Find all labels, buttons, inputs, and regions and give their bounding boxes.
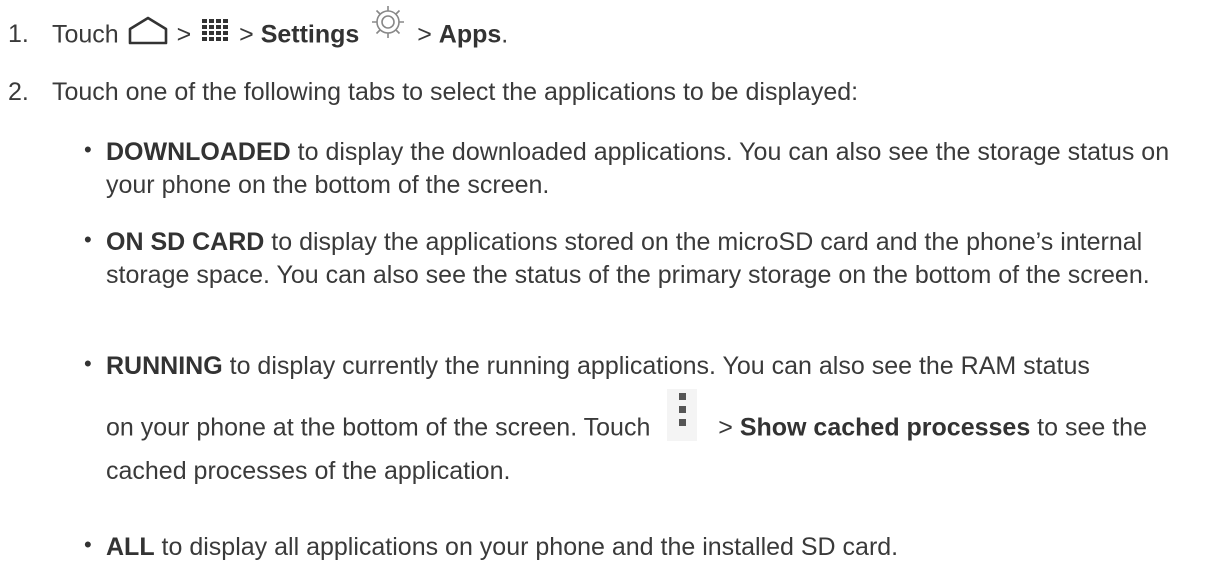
menu-overflow-icon: [667, 388, 698, 441]
tab-name: DOWNLOADED: [106, 138, 291, 166]
separator: >: [239, 20, 254, 49]
list-item-running: • RUNNING to display currently the runni…: [84, 350, 1216, 488]
touch-word: Touch: [52, 20, 119, 49]
home-icon: [128, 15, 168, 45]
separator: >: [176, 20, 192, 49]
tab-name: ON SD CARD: [106, 228, 265, 256]
bullet-dot: •: [84, 227, 92, 252]
settings-label: Settings: [260, 20, 360, 49]
separator: >: [718, 413, 733, 442]
period: .: [501, 20, 509, 49]
step-number: 2.: [8, 78, 29, 106]
item-text: to display currently the running applica…: [222, 352, 1090, 380]
menu-option: Show cached processes: [739, 413, 1031, 442]
instruction-document: 1. Touch > > Settings > Apps. 2. Touch o…: [0, 0, 1228, 576]
item-text: to display all applications on your phon…: [154, 533, 899, 561]
step-text: Touch one of the following tabs to selec…: [52, 78, 859, 106]
list-item-on-sd-card: • ON SD CARD to display the applications…: [84, 226, 1216, 291]
list-item-downloaded: • DOWNLOADED to display the downloaded a…: [84, 136, 1216, 201]
tab-name: ALL: [106, 533, 155, 561]
item-text: on your phone at the bottom of the scree…: [106, 413, 651, 442]
settings-gear-icon: [370, 4, 406, 40]
list-item-all: • ALL to display all applications on you…: [84, 531, 1216, 564]
step-text: Touch > > Settings > Apps.: [52, 6, 509, 54]
apps-grid-icon: [202, 17, 229, 41]
item-text-continued: on your phone at the bottom of the scree…: [106, 388, 1216, 488]
separator: >: [417, 20, 432, 49]
tab-name: RUNNING: [106, 352, 223, 380]
bullet-dot: •: [84, 532, 92, 557]
apps-label: Apps: [438, 20, 502, 49]
bullet-dot: •: [84, 137, 92, 162]
step-number: 1.: [8, 20, 29, 48]
bullet-dot: •: [84, 351, 92, 376]
